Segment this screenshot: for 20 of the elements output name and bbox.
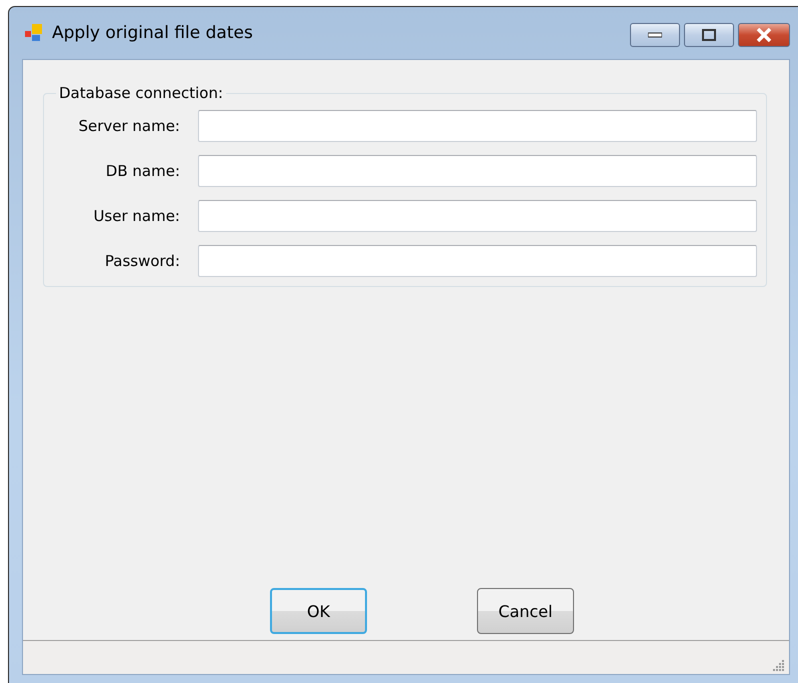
resize-grip-icon: [773, 659, 785, 671]
input-field[interactable]: [198, 110, 757, 142]
dialog-button[interactable]: Cancel: [477, 588, 574, 634]
minimize-button[interactable]: [630, 23, 680, 47]
field-label: Password:: [104, 252, 180, 270]
maximize-icon: [702, 29, 716, 41]
maximize-button[interactable]: [684, 23, 734, 47]
input-field[interactable]: [198, 200, 757, 232]
field-label: User name:: [92, 207, 180, 225]
input-field[interactable]: [198, 245, 757, 277]
group-title: Database connection:: [58, 84, 224, 102]
dialog-button[interactable]: OK: [270, 588, 367, 634]
field-label: Server name:: [77, 117, 180, 135]
input-field[interactable]: [198, 155, 757, 187]
window-title: Apply original file dates: [52, 23, 254, 43]
close-button[interactable]: [738, 23, 790, 47]
app-icon: [24, 23, 44, 43]
close-icon: [756, 28, 772, 42]
minimize-icon: [648, 32, 662, 38]
field-label: DB name:: [104, 162, 180, 180]
